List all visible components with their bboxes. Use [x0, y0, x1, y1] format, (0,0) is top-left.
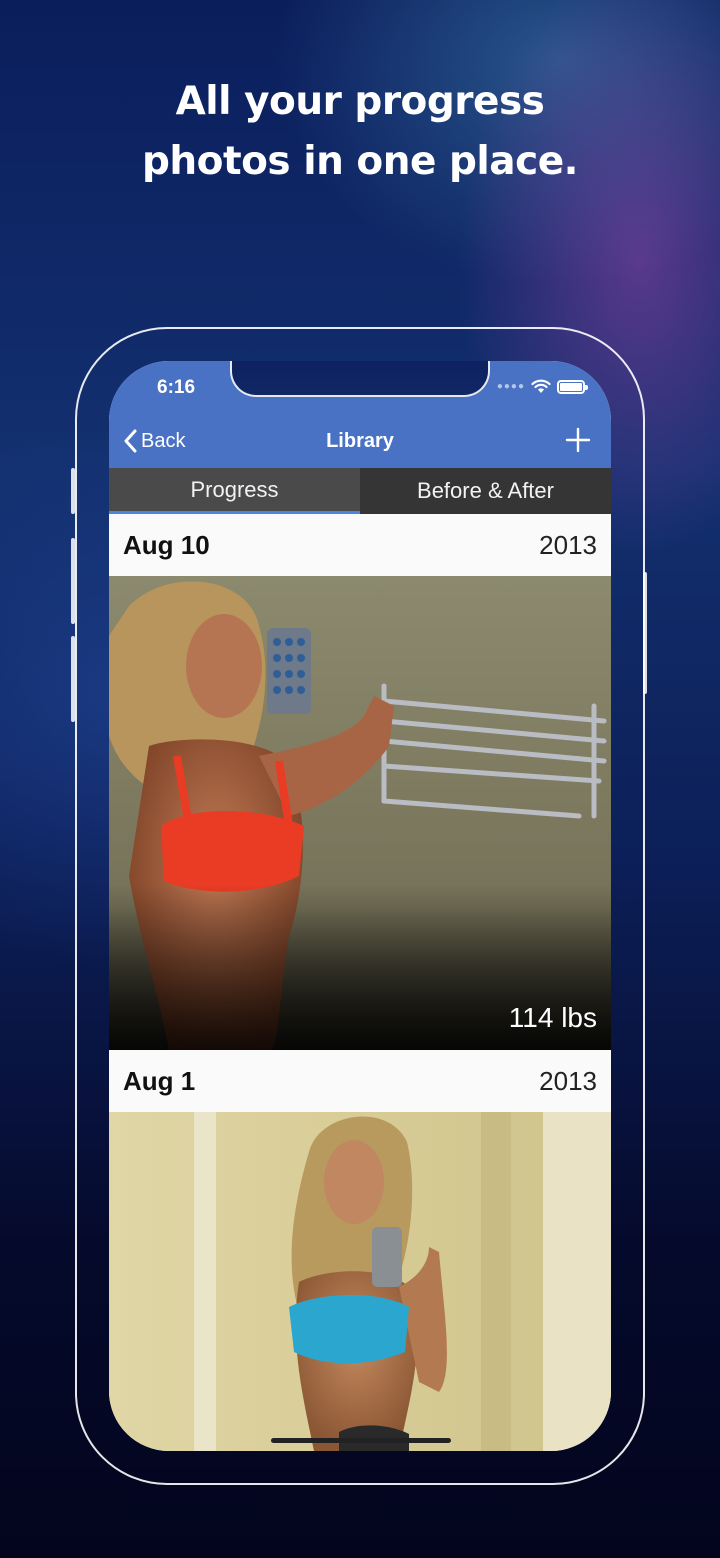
home-indicator [271, 1438, 451, 1443]
notch [230, 361, 490, 397]
status-time: 6:16 [157, 377, 196, 398]
entry-year: 2013 [539, 1066, 597, 1096]
entry-date: Aug 10 [123, 530, 210, 560]
signal-icon: ●●●● [496, 381, 525, 392]
status-icons: ●●●● [496, 379, 588, 394]
side-button-right [643, 572, 647, 694]
entry-year: 2013 [539, 530, 597, 560]
headline-line-1: All your progress [175, 79, 545, 124]
side-button-left-2 [71, 538, 75, 624]
progress-photo[interactable] [109, 1112, 611, 1451]
battery-icon [557, 379, 588, 394]
tab-progress[interactable]: Progress [109, 468, 360, 514]
phone-screen: 6:16 ●●●● Back Library Progress Before & [109, 361, 611, 1451]
progress-photo[interactable]: 114 lbs [109, 576, 611, 1050]
add-photo-button[interactable] [565, 427, 591, 453]
entry-date: Aug 1 [123, 1066, 196, 1096]
tab-before-after[interactable]: Before & After [360, 468, 611, 514]
entry-header: Aug 1 2013 [109, 1050, 611, 1112]
plus-icon [565, 427, 591, 453]
side-button-left-3 [71, 636, 75, 722]
segmented-control: Progress Before & After [109, 468, 611, 514]
weight-label: 114 lbs [508, 1002, 597, 1033]
page-title: Library [326, 430, 394, 452]
entry-header: Aug 10 2013 [109, 514, 611, 576]
headline-line-2: photos in one place. [142, 139, 579, 184]
side-button-left-1 [71, 468, 75, 514]
wifi-icon [531, 379, 551, 393]
headline: All your progress photos in one place. [0, 72, 720, 192]
